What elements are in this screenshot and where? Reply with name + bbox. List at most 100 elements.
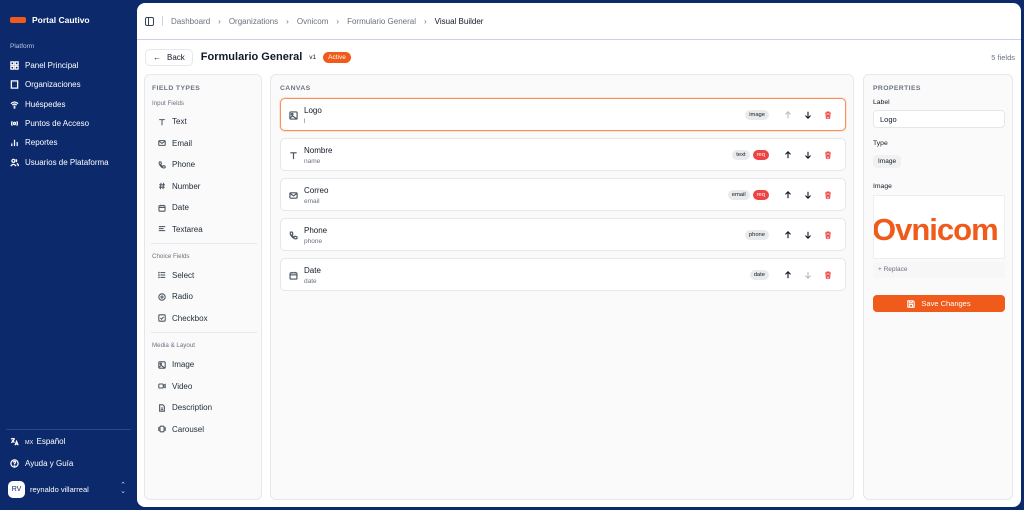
main-content: Dashboard › Organizations › Ovnicom › Fo… <box>137 3 1021 507</box>
image-icon <box>158 360 166 369</box>
field-type-carousel[interactable]: Carousel <box>158 425 204 434</box>
field-type-chip: phone <box>744 230 769 240</box>
user-menu[interactable]: RV reynaldo villarreal ⌃ ⌄ <box>8 479 126 499</box>
page-header: ← Back Formulario General v1 Active 5 fi… <box>145 48 1015 66</box>
arrow-left-icon: ← <box>153 52 161 62</box>
language-selector[interactable]: MX Español <box>10 437 65 446</box>
field-type-label: Select <box>172 270 195 280</box>
field-count: 5 fields <box>991 52 1015 62</box>
delete-field-button[interactable] <box>822 229 834 241</box>
field-type-checkbox[interactable]: Checkbox <box>158 314 208 323</box>
type-caption: Type <box>873 140 888 147</box>
field-key: l <box>304 118 306 125</box>
arrow-down-icon <box>805 111 811 119</box>
field-type-video[interactable]: Video <box>158 382 192 391</box>
breadcrumb-item[interactable]: Dashboard <box>171 17 210 26</box>
help-link[interactable]: Ayuda y Guía <box>10 459 73 468</box>
field-type-number[interactable]: Number <box>158 182 200 191</box>
field-meta: date <box>749 269 834 281</box>
replace-image-button[interactable]: + Replace <box>873 262 1005 278</box>
field-type-image[interactable]: Image <box>158 360 194 369</box>
field-type-description[interactable]: Description <box>158 403 212 412</box>
field-meta: phone <box>744 229 834 241</box>
chevron-right-icon: › <box>336 16 340 26</box>
sidebar-item-huespedes[interactable]: Huéspedes <box>6 95 131 114</box>
move-down-button[interactable] <box>802 109 814 121</box>
delete-field-button[interactable] <box>822 109 834 121</box>
move-up-button[interactable] <box>782 229 794 241</box>
image-caption: Image <box>873 183 892 190</box>
carousel-icon <box>158 425 166 433</box>
canvas-field-correo[interactable]: Correo email email req <box>280 178 846 211</box>
field-type-text[interactable]: Text <box>158 117 187 126</box>
canvas-field-date[interactable]: Date date date <box>280 258 846 291</box>
canvas-field-logo[interactable]: Logo l image <box>280 98 846 131</box>
sidebar-item-usuarios-de-plataforma[interactable]: Usuarios de Plataforma <box>6 152 131 171</box>
sidebar-item-label: Organizaciones <box>25 80 81 90</box>
brand[interactable]: Portal Cautivo <box>10 15 90 25</box>
arrow-up-icon <box>785 231 791 239</box>
field-type-date[interactable]: Date <box>158 203 189 212</box>
breadcrumb-item[interactable]: Ovnicom <box>297 17 329 26</box>
panel-title: PROPERTIES <box>873 85 921 92</box>
field-type-radio[interactable]: Radio <box>158 292 193 301</box>
field-label: Correo <box>304 186 329 195</box>
sidebar-item-label: Panel Principal <box>25 61 79 71</box>
arrow-down-icon <box>805 231 811 239</box>
field-type-textarea[interactable]: Textarea <box>158 225 203 234</box>
wifi-icon <box>10 101 19 109</box>
calendar-icon <box>158 204 166 212</box>
back-button[interactable]: ← Back <box>145 48 193 66</box>
canvas-field-nombre[interactable]: Nombre name text req <box>280 138 846 171</box>
users-icon <box>10 158 19 167</box>
image-icon <box>289 111 298 120</box>
type-value: Image <box>873 155 902 168</box>
move-down-button[interactable] <box>802 269 814 281</box>
sidebar-toggle-icon[interactable] <box>145 16 154 26</box>
sidebar-item-puntos-de-acceso[interactable]: Puntos de Acceso <box>6 114 131 133</box>
chevron-right-icon: › <box>286 16 289 26</box>
hash-icon <box>158 182 165 190</box>
field-type-label: Textarea <box>172 224 203 234</box>
field-key: date <box>304 278 317 285</box>
move-down-button[interactable] <box>802 149 814 161</box>
sidebar-item-panel-principal[interactable]: Panel Principal <box>6 56 131 75</box>
move-up-button[interactable] <box>782 269 794 281</box>
sidebar-divider <box>6 429 131 430</box>
building-icon <box>10 80 19 90</box>
field-type-select[interactable]: Select <box>158 271 194 280</box>
field-meta: email req <box>727 189 834 201</box>
arrow-down-icon <box>805 151 811 159</box>
field-type-label: Image <box>172 360 195 369</box>
field-type-label: Radio <box>172 292 193 301</box>
delete-field-button[interactable] <box>822 149 834 161</box>
delete-field-button[interactable] <box>822 269 834 281</box>
move-up-button[interactable] <box>782 149 794 161</box>
field-type-phone[interactable]: Phone <box>158 160 195 169</box>
move-down-button[interactable] <box>802 229 814 241</box>
delete-field-button[interactable] <box>822 189 834 201</box>
field-type-email[interactable]: Email <box>158 139 192 148</box>
status-badge: Active <box>323 51 351 63</box>
group-label: Input Fields <box>152 100 184 107</box>
field-type-label: Text <box>172 117 187 126</box>
arrow-down-icon <box>805 271 811 279</box>
move-down-button[interactable] <box>802 189 814 201</box>
label-input[interactable]: Logo <box>873 110 1005 128</box>
move-up-button[interactable] <box>782 189 794 201</box>
move-up-button[interactable] <box>782 109 794 121</box>
breadcrumb-item[interactable]: Organizations <box>229 17 278 26</box>
field-type-label: Phone <box>172 160 196 169</box>
field-meta: text req <box>732 149 834 161</box>
sidebar-item-organizaciones[interactable]: Organizaciones <box>6 75 131 94</box>
save-changes-button[interactable]: Save Changes <box>873 295 1005 312</box>
mail-icon <box>289 191 298 200</box>
breadcrumb-current: Visual Builder <box>434 16 484 26</box>
canvas-field-phone[interactable]: Phone phone phone <box>280 218 846 251</box>
phone-icon <box>289 231 298 240</box>
field-key: name <box>304 158 321 165</box>
trash-icon <box>825 111 831 119</box>
breadcrumb-item[interactable]: Formulario General <box>347 17 416 26</box>
page-title: Formulario General <box>200 51 303 63</box>
sidebar-item-reportes[interactable]: Reportes <box>6 133 131 152</box>
